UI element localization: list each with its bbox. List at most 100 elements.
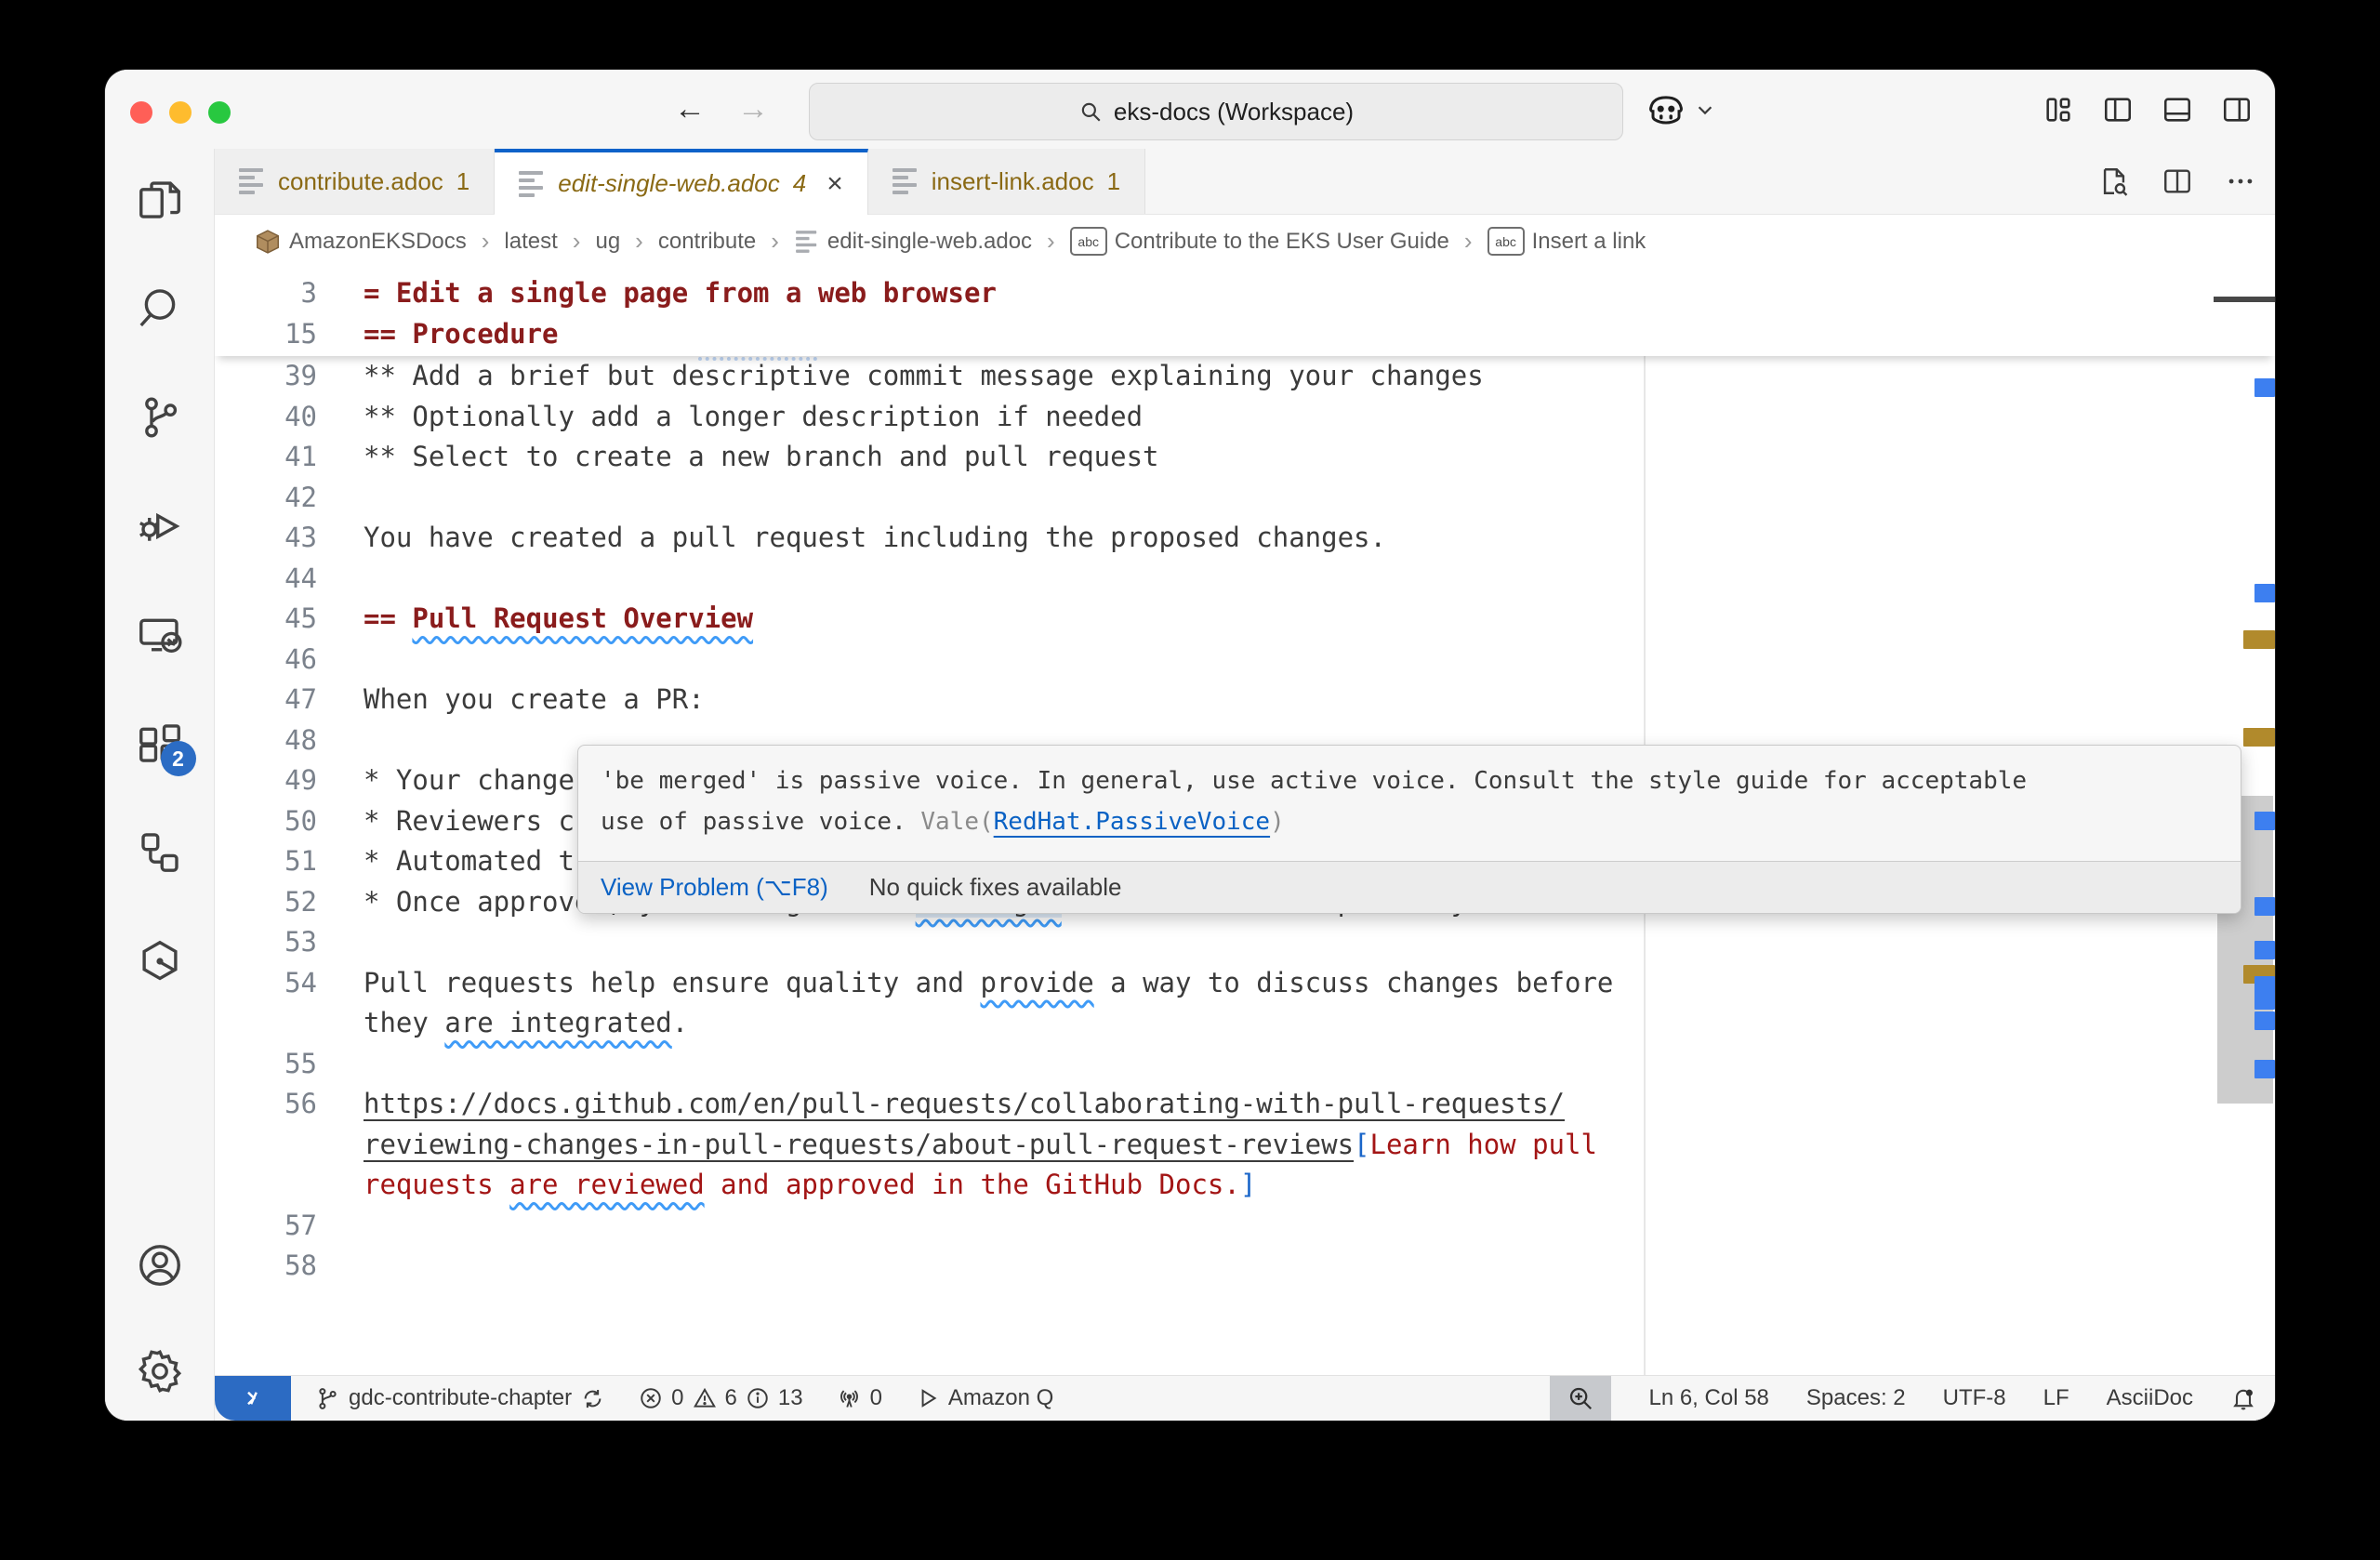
tab-bar: contribute.adoc 1 edit-single-web.adoc 4… [215,149,2275,215]
code-line[interactable]: 57 [215,1206,2214,1247]
code-line[interactable]: 45== Pull Request Overview [215,599,2214,640]
tab-insert-link-adoc[interactable]: insert-link.adoc 1 [868,149,1145,214]
zoom-status-item[interactable] [1550,1376,1611,1421]
code-segment: they [364,1007,444,1038]
ports-status-item[interactable]: 0 [837,1385,882,1411]
editor[interactable]: 39 ** Add a brief but descriptive commit … [215,268,2275,1375]
breadcrumb-separator: › [573,227,581,256]
indentation-item[interactable]: Spaces: 2 [1806,1385,1906,1411]
branch-status-item[interactable]: gdc-contribute-chapter [315,1385,605,1411]
sticky-scroll[interactable]: 3 = Edit a single page from a web browse… [215,268,2275,356]
code-line[interactable]: reviewing-changes-in-pull-requests/about… [215,1125,2214,1166]
problems-status-item[interactable]: 0 6 13 [639,1385,802,1411]
extensions-icon[interactable]: 2 [135,719,185,769]
eol-item[interactable]: LF [2043,1385,2069,1411]
explorer-icon[interactable] [135,175,185,225]
code-line[interactable]: 54Pull requests help ensure quality and … [215,963,2214,1004]
activity-bar: 2 [105,149,215,1421]
back-icon[interactable]: ← [674,91,706,127]
notifications-item[interactable] [2230,1385,2256,1411]
code-line[interactable]: requests are reviewed and approved in th… [215,1165,2214,1206]
forward-icon[interactable]: → [737,91,769,127]
play-icon [916,1386,940,1410]
customize-layout-icon[interactable] [2043,94,2074,126]
line-number: 46 [215,640,317,681]
breadcrumb-item[interactable]: latest [504,229,557,255]
close-window-button[interactable] [130,101,152,124]
breadcrumb-separator: › [635,227,643,256]
code-line[interactable]: they are integrated. [215,1003,2214,1044]
code-line[interactable]: 44 [215,559,2214,600]
run-debug-icon[interactable] [135,501,185,551]
sync-icon [580,1386,605,1411]
copilot-menu[interactable] [1646,70,1715,149]
split-editor-icon[interactable] [2162,165,2193,197]
info-marker [2254,897,2275,916]
more-actions-icon[interactable] [2225,165,2256,197]
remote-indicator[interactable] [215,1376,291,1421]
amazon-q-status-item[interactable]: Amazon Q [916,1385,1053,1411]
warning-icon [693,1386,717,1410]
open-preview-icon[interactable] [2098,165,2130,197]
vale-rule-link[interactable]: RedHat.PassiveVoice [994,808,1270,836]
code-segment: ** Add a brief but descriptive commit me… [364,360,1484,391]
code-segment: * Automated t [364,845,575,877]
breadcrumb-item-symbol[interactable]: abc Contribute to the EKS User Guide [1070,227,1449,256]
source-control-icon[interactable] [135,392,185,443]
remote-explorer-icon[interactable] [135,610,185,660]
hierarchy-icon[interactable] [135,827,185,878]
code-line[interactable]: 47When you create a PR: [215,680,2214,721]
command-center-search[interactable]: eks-docs (Workspace) [809,83,1623,140]
toggle-panel-icon[interactable] [2162,94,2193,126]
line-text: * Your change [364,760,575,801]
language-mode-item[interactable]: AsciiDoc [2107,1385,2193,1411]
code-line[interactable]: 53 [215,922,2214,963]
code-line[interactable]: 55 [215,1044,2214,1085]
settings-gear-icon[interactable] [135,1346,185,1396]
search-sidebar-icon[interactable] [135,284,185,334]
minimize-window-button[interactable] [169,101,192,124]
tab-contribute-adoc[interactable]: contribute.adoc 1 [215,149,495,214]
code-segment: [ [1354,1129,1369,1160]
code-line[interactable]: 46 [215,640,2214,681]
line-number: 3 [215,273,317,314]
toggle-primary-sidebar-icon[interactable] [2102,94,2134,126]
breadcrumb-item[interactable]: contribute [658,229,756,255]
maximize-window-button[interactable] [208,101,231,124]
code-line[interactable]: 39 ** Add a brief but descriptive commit … [215,356,2214,397]
tab-problem-count: 1 [456,167,469,196]
encoding-item[interactable]: UTF-8 [1943,1385,2006,1411]
close-tab-icon[interactable]: × [826,168,843,200]
code-segment: * Your change [364,764,575,796]
line-number: 39 [215,356,317,397]
cursor-position-item[interactable]: Ln 6, Col 58 [1648,1385,1768,1411]
line-text: ** Select to create a new branch and pul… [364,437,1159,478]
code-segment: https://docs.github.com/en/pull-requests… [364,1088,1565,1119]
line-number: 51 [215,841,317,882]
accounts-icon[interactable] [135,1240,185,1290]
code-line[interactable]: 40** Optionally add a longer description… [215,397,2214,438]
sticky-line[interactable]: 3 = Edit a single page from a web browse… [215,273,2275,314]
toggle-secondary-sidebar-icon[interactable] [2221,94,2253,126]
tab-edit-single-web-adoc[interactable]: edit-single-web.adoc 4 × [495,149,867,215]
code-line[interactable]: 41** Select to create a new branch and p… [215,437,2214,478]
line-text: requests are reviewed and approved in th… [364,1165,1256,1206]
line-number: 53 [215,922,317,963]
code-segment: Pull Request Overview [412,602,753,634]
breadcrumb-item-file[interactable]: edit-single-web.adoc [794,229,1032,255]
code-line[interactable]: 43You have created a pull request includ… [215,518,2214,559]
view-problem-link[interactable]: View Problem (⌥F8) [601,873,828,902]
code-line[interactable]: 56https://docs.github.com/en/pull-reques… [215,1084,2214,1125]
breadcrumb-item[interactable]: ug [595,229,620,255]
code-line[interactable]: 58 [215,1246,2214,1287]
code-line[interactable]: 42 [215,478,2214,519]
breadcrumb: AmazonEKSDocs › latest › ug › contribute… [215,215,2275,268]
line-text: ** Optionally add a longer description i… [364,397,1143,438]
breadcrumb-separator: › [1464,227,1473,256]
breadcrumb-item-root[interactable]: AmazonEKSDocs [254,228,467,256]
copilot-icon [1646,90,1686,129]
sticky-line[interactable]: 15 == Procedure [215,314,2275,355]
breadcrumb-item-symbol[interactable]: abc Insert a link [1488,227,1646,256]
breadcrumb-separator: › [771,227,779,256]
amazon-q-icon[interactable] [135,936,185,986]
